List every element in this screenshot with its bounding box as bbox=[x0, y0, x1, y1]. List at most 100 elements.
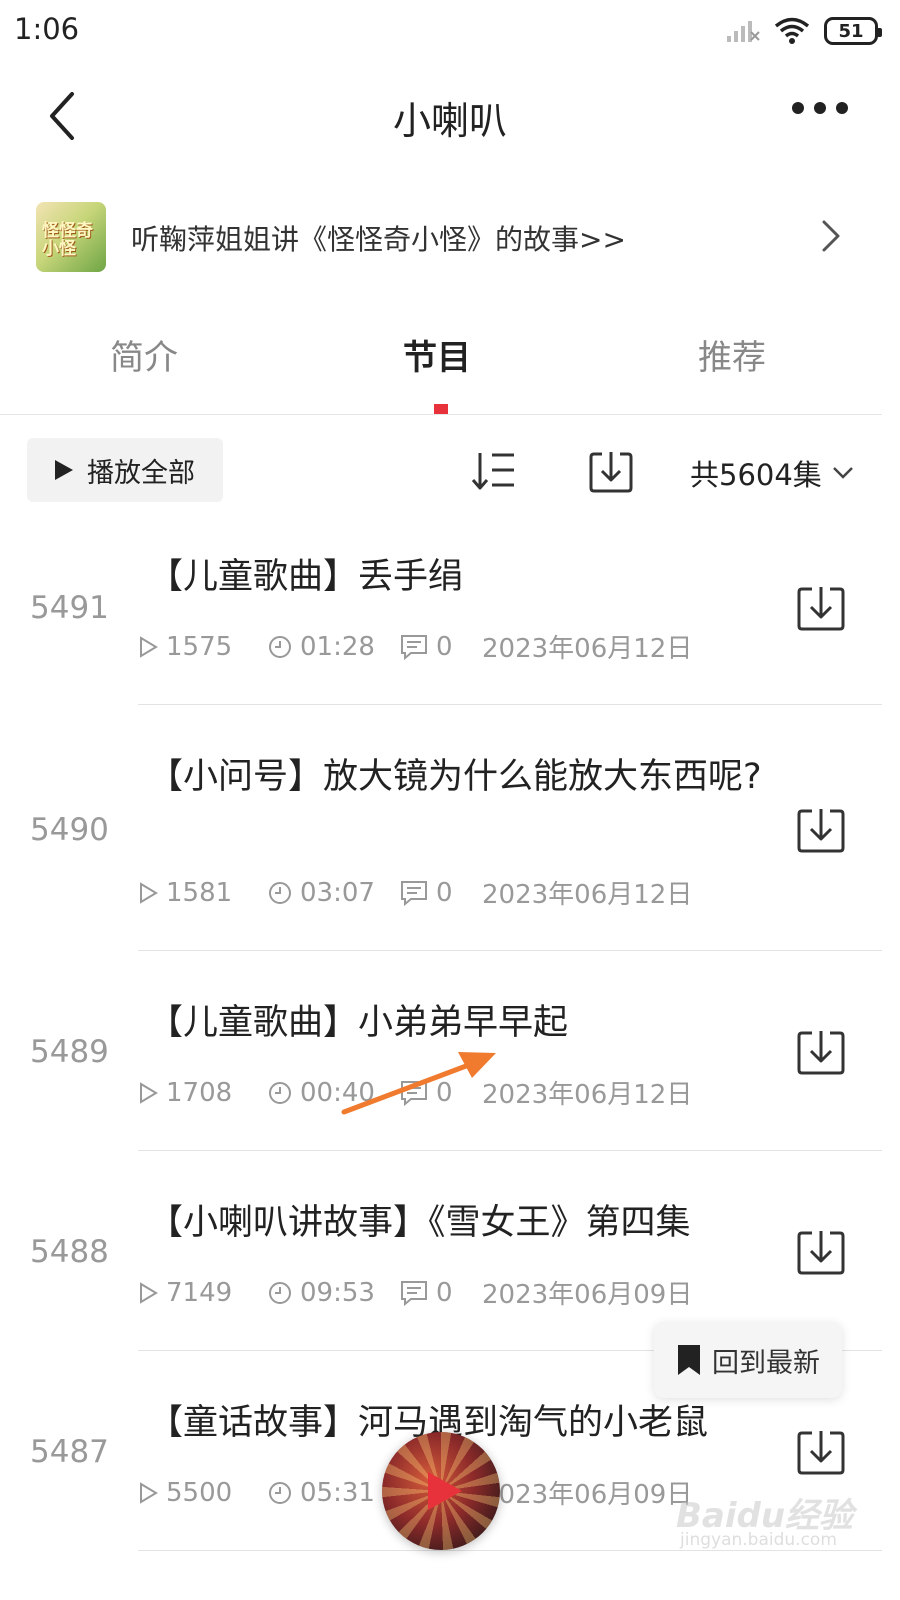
promo-banner[interactable]: 怪怪奇小怪 听鞠萍姐姐讲《怪怪奇小怪》的故事>> bbox=[0, 196, 900, 282]
episode-number: 5491 bbox=[30, 590, 109, 626]
comment-icon bbox=[400, 634, 428, 660]
episode-date: 2023年06月12日 bbox=[482, 880, 693, 910]
promo-text: 听鞠萍姐姐讲《怪怪奇小怪》的故事>> bbox=[131, 223, 626, 256]
duration: 05:31 bbox=[268, 1478, 400, 1508]
play-count-icon bbox=[138, 1081, 158, 1104]
duration-value: 09:53 bbox=[300, 1277, 375, 1308]
watermark: Baidu经验 jingyan.baidu.com bbox=[676, 1478, 896, 1558]
tab-bar: 简介 节目 推荐 bbox=[0, 320, 882, 415]
episode-count-label: 共5604集 bbox=[690, 458, 822, 492]
duration-value: 01:28 bbox=[300, 631, 375, 662]
episode-title: 【儿童歌曲】丢手绢 bbox=[148, 557, 464, 597]
comment-count-value: 0 bbox=[436, 1277, 453, 1308]
play-icon bbox=[55, 460, 73, 480]
play-count-value: 1581 bbox=[166, 877, 233, 908]
duration-value: 05:31 bbox=[300, 1477, 375, 1508]
episode-date: 2023年06月09日 bbox=[482, 1480, 693, 1510]
list-toolbar: 播放全部 共5604集 bbox=[0, 438, 900, 508]
status-icons: 51 bbox=[726, 14, 882, 48]
comment-count-value: 0 bbox=[436, 631, 453, 662]
signal-icon bbox=[726, 18, 760, 44]
play-count: 1708 bbox=[138, 1078, 268, 1108]
tab-intro[interactable]: 简介 bbox=[110, 330, 178, 379]
episode-count-selector[interactable]: 共5604集 bbox=[690, 452, 854, 494]
app-screen: 1:06 51 小喇叭 怪怪奇小怪 听鞠萍姐姐讲《怪怪奇小怪》的故事>> 简介 … bbox=[0, 0, 900, 1600]
comment-count: 0 bbox=[400, 1078, 482, 1108]
mini-player[interactable] bbox=[382, 1432, 500, 1550]
duration: 00:40 bbox=[268, 1078, 400, 1108]
download-icon[interactable] bbox=[796, 806, 846, 854]
episode-meta: 7149 09:53 0 2023年06月09日 bbox=[138, 1274, 692, 1311]
clock-icon bbox=[268, 1281, 292, 1305]
promo-thumbnail-text: 怪怪奇小怪 bbox=[42, 221, 93, 259]
duration: 09:53 bbox=[268, 1278, 400, 1308]
clock-icon bbox=[268, 1081, 292, 1105]
wifi-icon bbox=[774, 17, 810, 45]
watermark-url: jingyan.baidu.com bbox=[680, 1530, 837, 1550]
play-count-icon bbox=[138, 635, 158, 658]
episode-row[interactable]: 5489 【儿童歌曲】小弟弟早早起 1708 00:40 0 2023年06月1… bbox=[0, 952, 900, 1152]
download-all-icon[interactable] bbox=[588, 448, 634, 494]
play-count-value: 1708 bbox=[166, 1077, 233, 1108]
back-to-latest-button[interactable]: 回到最新 bbox=[654, 1322, 842, 1398]
sort-icon[interactable] bbox=[470, 450, 518, 492]
comment-count: 0 bbox=[400, 1278, 482, 1308]
episode-date: 2023年06月12日 bbox=[482, 634, 693, 664]
play-all-button[interactable]: 播放全部 bbox=[27, 438, 223, 502]
comment-icon bbox=[400, 1080, 428, 1106]
download-icon[interactable] bbox=[796, 1028, 846, 1076]
duration: 01:28 bbox=[268, 632, 400, 662]
status-bar: 1:06 51 bbox=[0, 0, 900, 62]
clock-icon bbox=[268, 635, 292, 659]
tab-programs[interactable]: 节目 bbox=[403, 330, 471, 379]
play-count: 5500 bbox=[138, 1478, 268, 1508]
clock-icon bbox=[268, 1481, 292, 1505]
download-icon[interactable] bbox=[796, 1228, 846, 1276]
duration-value: 03:07 bbox=[300, 877, 375, 908]
tab-recommend[interactable]: 推荐 bbox=[698, 330, 766, 379]
comment-count-value: 0 bbox=[436, 877, 453, 908]
chevron-down-icon bbox=[832, 466, 854, 480]
episode-date: 2023年06月09日 bbox=[482, 1280, 693, 1310]
download-icon[interactable] bbox=[796, 584, 846, 632]
more-options-icon[interactable] bbox=[792, 102, 848, 114]
status-time: 1:06 bbox=[14, 12, 80, 46]
play-count: 1575 bbox=[138, 632, 268, 662]
active-tab-indicator bbox=[434, 404, 448, 414]
download-icon[interactable] bbox=[796, 1428, 846, 1476]
episode-row[interactable]: 5490 【小问号】放大镜为什么能放大东西呢? 1581 03:07 0 202… bbox=[0, 706, 900, 952]
battery-level: 51 bbox=[838, 20, 864, 42]
play-count-value: 1575 bbox=[166, 631, 233, 662]
clock-icon bbox=[268, 881, 292, 905]
play-icon bbox=[418, 1466, 468, 1516]
episode-row[interactable]: 5491 【儿童歌曲】丢手绢 1575 01:28 0 2023年06月12日 bbox=[0, 540, 900, 706]
play-count: 7149 bbox=[138, 1278, 268, 1308]
divider bbox=[138, 704, 882, 705]
episode-number: 5487 bbox=[30, 1434, 109, 1470]
comment-icon bbox=[400, 880, 428, 906]
episode-number: 5490 bbox=[30, 812, 109, 848]
comment-count: 0 bbox=[400, 632, 482, 662]
play-count-icon bbox=[138, 1281, 158, 1304]
promo-thumbnail: 怪怪奇小怪 bbox=[36, 202, 106, 272]
duration: 03:07 bbox=[268, 878, 400, 908]
play-count-value: 5500 bbox=[166, 1477, 233, 1508]
play-count-icon bbox=[138, 1481, 158, 1504]
play-all-label: 播放全部 bbox=[87, 457, 195, 489]
episode-meta: 1575 01:28 0 2023年06月12日 bbox=[138, 628, 692, 665]
play-count-icon bbox=[138, 881, 158, 904]
comment-count: 0 bbox=[400, 878, 482, 908]
episode-number: 5488 bbox=[30, 1234, 109, 1270]
comment-icon bbox=[400, 1280, 428, 1306]
episode-title: 【儿童歌曲】小弟弟早早起 bbox=[148, 1003, 569, 1043]
play-count: 1581 bbox=[138, 878, 268, 908]
episode-meta: 1581 03:07 0 2023年06月12日 bbox=[138, 874, 692, 911]
duration-value: 00:40 bbox=[300, 1077, 375, 1108]
page-title: 小喇叭 bbox=[392, 99, 507, 143]
episode-title: 【小问号】放大镜为什么能放大东西呢? bbox=[148, 757, 762, 797]
episode-title: 【小喇叭讲故事】《雪女王》第四集 bbox=[148, 1203, 691, 1243]
comment-count-value: 0 bbox=[436, 1077, 453, 1108]
divider bbox=[138, 1150, 882, 1151]
divider bbox=[138, 950, 882, 951]
episode-meta: 1708 00:40 0 2023年06月12日 bbox=[138, 1074, 692, 1111]
